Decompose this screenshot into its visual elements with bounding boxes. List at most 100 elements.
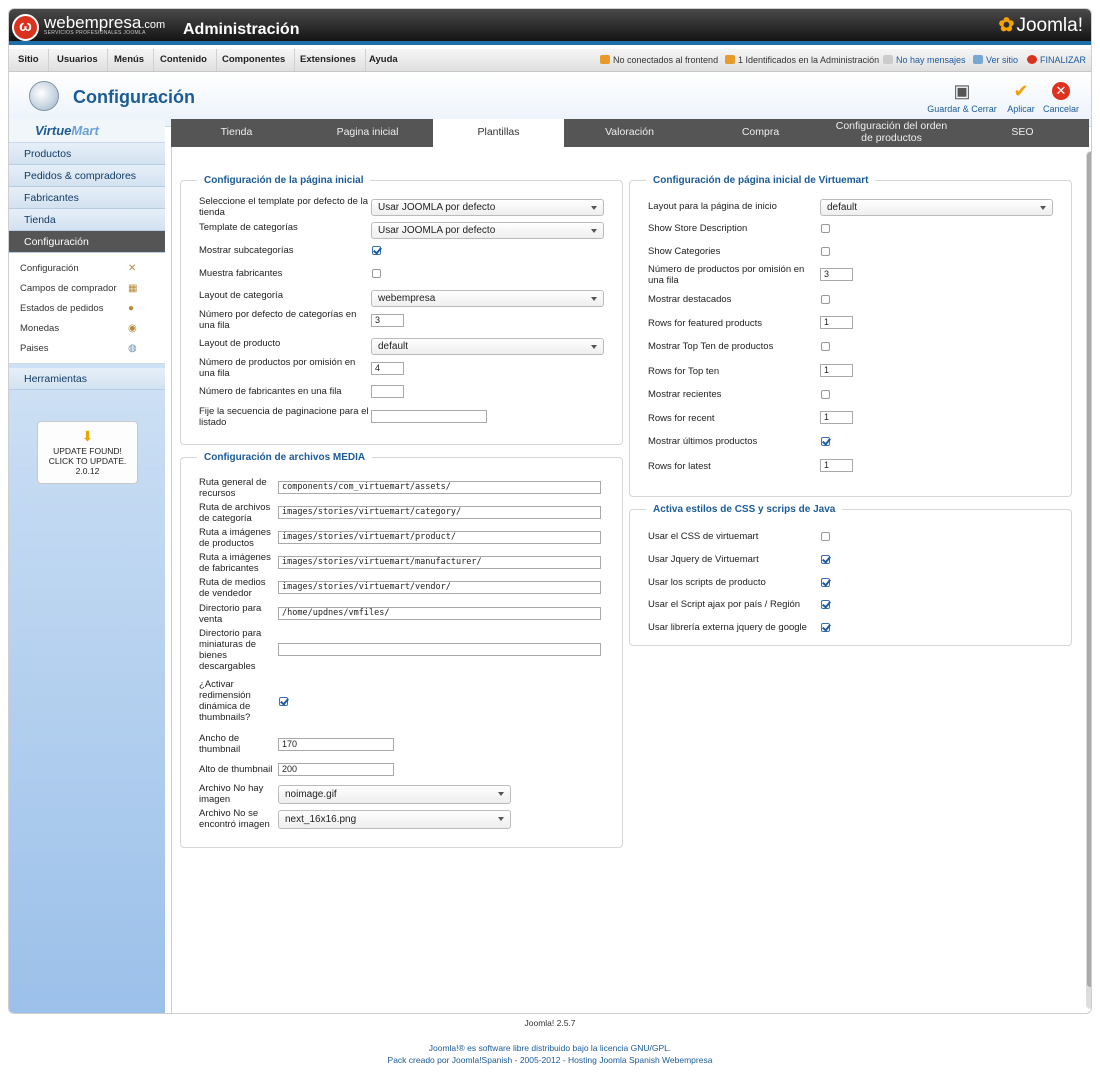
thumb-height-input[interactable]: 200 (278, 763, 394, 776)
logout-link[interactable]: FINALIZAR (1027, 49, 1086, 71)
google-jquery-checkbox[interactable] (821, 623, 830, 632)
sidebar: VirtueMart Productos Pedidos & comprador… (9, 119, 165, 1013)
joomla-logo: ✿ Joomla! (998, 15, 1083, 36)
sale-path-input[interactable]: /home/updnes/vmfiles/ (278, 607, 601, 620)
menu-ayuda[interactable]: Ayuda (360, 49, 407, 71)
rows-latest-label: Rows for latest (648, 461, 711, 472)
manufacturer-path-label: Ruta a imágenes de fabricantes (199, 552, 271, 574)
tab-plantillas[interactable]: Plantillas (433, 119, 564, 147)
category-path-label: Ruta de archivos de categoría (199, 502, 271, 524)
scrollbar-thumb[interactable] (1087, 152, 1091, 987)
footer: Joomla! 2.5.7 Joomla!® es software libre… (0, 1018, 1100, 1065)
sidebar-item-configuracion[interactable]: Configuración (9, 231, 165, 253)
category-template-select[interactable]: Usar JOOMLA por defecto (371, 222, 604, 239)
vendor-path-input[interactable]: images/stories/virtuemart/vendor/ (278, 581, 601, 594)
scrollbar[interactable] (1086, 151, 1091, 1009)
tab-orden-productos[interactable]: Configuración del orden de productos (826, 119, 957, 147)
show-subcategories-checkbox[interactable] (372, 246, 381, 255)
products-per-row-input[interactable]: 4 (371, 362, 404, 375)
show-topten-checkbox[interactable] (821, 342, 830, 351)
menu-componentes[interactable]: Componentes (213, 49, 296, 71)
sidebar-item-herramientas[interactable]: Herramientas (9, 368, 165, 390)
view-site-link[interactable]: Ver sitio (973, 49, 1018, 71)
sidebar-submenu: Configuración ✕ Campos de comprador ▦ Esta… (9, 253, 165, 364)
rows-topten-input[interactable]: 1 (820, 364, 853, 377)
menu-sitio[interactable]: Sitio (9, 49, 49, 71)
show-topten-label: Mostrar Top Ten de productos (648, 341, 774, 352)
sidebar-item-tienda[interactable]: Tienda (9, 209, 165, 231)
show-manufacturers-checkbox[interactable] (372, 269, 381, 278)
category-layout-select[interactable]: webempresa (371, 290, 604, 307)
default-template-label: Seleccione el template por defecto de la… (199, 196, 368, 218)
thumbs-path-label: Directorio para miniaturas de bienes des… (199, 628, 262, 672)
submenu-estados-pedidos[interactable]: Estados de pedidos ● (9, 299, 165, 319)
menu-menus[interactable]: Menús (105, 49, 155, 71)
show-categories-checkbox[interactable] (821, 247, 830, 256)
frontend-status: No conectados al frontend (600, 49, 718, 71)
submenu-campos-comprador[interactable]: Campos de comprador ▦ (9, 279, 165, 299)
rows-recent-input[interactable]: 1 (820, 411, 853, 424)
page-title: Configuración (73, 87, 195, 107)
dynamic-resize-checkbox[interactable] (279, 697, 288, 706)
sale-path-label: Directorio para venta (199, 603, 262, 625)
submenu-paises[interactable]: Paises ◍ (9, 339, 165, 359)
sidebar-item-productos[interactable]: Productos (9, 143, 165, 165)
menu-extensiones[interactable]: Extensiones (291, 49, 366, 71)
product-scripts-label: Usar los scripts de producto (648, 577, 766, 588)
use-jquery-checkbox[interactable] (821, 555, 830, 564)
show-manufacturers-label: Muestra fabricantes (199, 268, 283, 279)
tab-seo[interactable]: SEO (957, 119, 1088, 147)
category-layout-label: Layout de categoría (199, 290, 283, 301)
store-description-label: Show Store Description (648, 223, 748, 234)
not-found-image-select[interactable]: next_16x16.png (278, 810, 511, 829)
ajax-script-checkbox[interactable] (821, 600, 830, 609)
menu-usuarios[interactable]: Usuarios (48, 49, 108, 71)
joomla-flower-icon: ✿ (998, 15, 1015, 36)
product-scripts-checkbox[interactable] (821, 578, 830, 587)
vm-products-per-row-input[interactable]: 3 (820, 268, 853, 281)
rows-featured-input[interactable]: 1 (820, 316, 853, 329)
submenu-configuracion[interactable]: Configuración ✕ (9, 259, 165, 279)
no-image-select[interactable]: noimage.gif (278, 785, 511, 804)
pagination-input[interactable] (371, 410, 487, 423)
tab-valoracion[interactable]: Valoración (564, 119, 695, 147)
submenu-monedas[interactable]: Monedas ◉ (9, 319, 165, 339)
update-text-1: UPDATE FOUND! (53, 446, 122, 456)
show-recent-checkbox[interactable] (821, 390, 830, 399)
product-layout-select[interactable]: default (371, 338, 604, 355)
thumb-width-input[interactable]: 170 (278, 738, 394, 751)
rows-latest-input[interactable]: 1 (820, 459, 853, 472)
sidebar-item-pedidos[interactable]: Pedidos & compradores (9, 165, 165, 187)
menu-contenido[interactable]: Contenido (151, 49, 217, 71)
show-categories-label: Show Categories (648, 246, 721, 257)
cats-per-row-input[interactable]: 3 (371, 314, 404, 327)
tab-tienda[interactable]: Tienda (171, 119, 302, 147)
products-per-row-label: Número de productos por omisión en una f… (199, 357, 356, 379)
manufacturers-per-row-input[interactable] (371, 385, 404, 398)
sidebar-item-fabricantes[interactable]: Fabricantes (9, 187, 165, 209)
footer-license-link[interactable]: Joomla!® es software libre distribuido b… (0, 1043, 1100, 1053)
not-found-image-label: Archivo No se encontró imagen (199, 808, 270, 830)
config-tabs: Tienda Pagina inicial Plantillas Valorac… (171, 119, 1089, 147)
use-css-label: Usar el CSS de virtuemart (648, 531, 759, 542)
default-template-select[interactable]: Usar JOOMLA por defecto (371, 199, 604, 216)
use-css-checkbox[interactable] (821, 532, 830, 541)
tab-pagina-inicial[interactable]: Pagina inicial (302, 119, 433, 147)
footer-credit-link[interactable]: Pack creado por Joomla!Spanish - 2005-20… (0, 1055, 1100, 1065)
update-button[interactable]: ⬇ UPDATE FOUND! CLICK TO UPDATE. 2.0.12 (37, 421, 138, 484)
category-path-input[interactable]: images/stories/virtuemart/category/ (278, 506, 601, 519)
thumbs-path-input[interactable] (278, 643, 601, 656)
form-icon: ▦ (128, 283, 138, 294)
home-layout-select[interactable]: default (820, 199, 1053, 216)
tab-compra[interactable]: Compra (695, 119, 826, 147)
manufacturer-path-input[interactable]: images/stories/virtuemart/manufacturer/ (278, 556, 601, 569)
show-featured-checkbox[interactable] (821, 295, 830, 304)
messages-link[interactable]: No hay mensajes (883, 49, 966, 71)
store-description-checkbox[interactable] (821, 224, 830, 233)
show-latest-checkbox[interactable] (821, 437, 830, 446)
admin-title: Administración (183, 21, 300, 38)
logout-icon (1027, 55, 1037, 64)
monitor-icon (973, 55, 983, 64)
product-path-input[interactable]: images/stories/virtuemart/product/ (278, 531, 601, 544)
assets-path-input[interactable]: components/com_virtuemart/assets/ (278, 481, 601, 494)
